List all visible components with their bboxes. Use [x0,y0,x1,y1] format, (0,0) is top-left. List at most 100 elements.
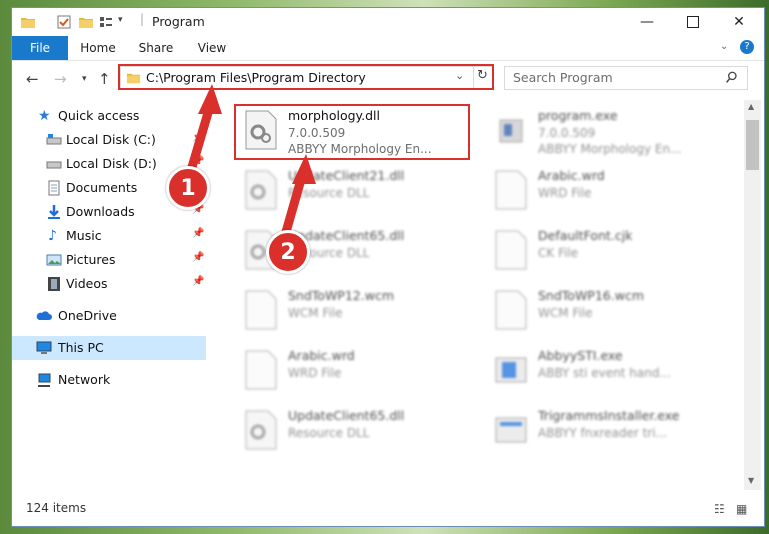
sidebar-item-music[interactable]: ♪ Music 📌 [20,224,214,248]
file-icon [495,290,527,330]
pin-icon: 📌 [192,276,205,287]
file-name: SndToWP16.wcm [538,288,644,303]
file-name: Arabic.wrd [538,168,605,183]
file-tile[interactable]: AbbyySTI.exe ABBY sti event hand... [478,344,718,400]
scroll-thumb[interactable] [746,120,759,170]
exe-file-icon [499,119,523,143]
file-tile[interactable]: UpdateClient65.dll Resource DLL [228,224,468,280]
file-tile-program-exe[interactable]: program.exe 7.0.0.509 ABBYY Morphology E… [478,104,718,160]
scroll-down-icon[interactable]: ▼ [748,476,754,485]
maximize-button[interactable] [670,8,716,36]
search-box[interactable]: Search Program [504,66,748,90]
drive-icon [46,161,62,169]
pin-icon: 📌 [192,132,205,143]
file-tile[interactable]: DefaultFont.cjk CK File [478,224,718,280]
file-version: 7.0.0.509 [538,126,596,140]
exe-file-icon [495,417,527,443]
sidebar-item-pictures[interactable]: Pictures 📌 [20,248,214,272]
pin-icon: 📌 [192,156,205,167]
search-icon [726,71,737,83]
file-tile[interactable]: Arabic.wrd WRD File [478,164,718,220]
sidebar-item-this-pc[interactable]: This PC [12,336,206,360]
sidebar-item-label: OneDrive [58,308,117,323]
file-tile[interactable]: SndToWP12.wcm WCM File [228,284,468,340]
tab-home[interactable]: Home [74,36,122,60]
maximize-icon [687,16,699,28]
sidebar-item-onedrive[interactable]: OneDrive [12,304,206,328]
pictures-icon [46,254,62,266]
folder-icon [21,18,35,28]
file-name: UpdateClient21.dll [288,168,405,183]
file-icon [245,290,277,330]
file-tile[interactable]: UpdateClient65.dll Resource DLL [228,404,468,460]
file-name: TrigrammsInstaller.exe [538,408,680,423]
tiles-view-icon[interactable]: ▦ [736,502,747,516]
sidebar-item-label: Videos [66,276,108,291]
file-name: AbbyySTI.exe [538,348,623,363]
sidebar-item-network[interactable]: Network [12,368,206,392]
sidebar-item-label: This PC [58,340,104,355]
file-name: Arabic.wrd [288,348,355,363]
new-folder-icon[interactable] [78,14,94,30]
file-tile[interactable]: SndToWP16.wcm WCM File [478,284,718,340]
close-button[interactable]: ✕ [716,8,762,36]
minimize-icon: — [640,14,654,30]
file-tile[interactable]: Arabic.wrd WRD File [228,344,468,400]
help-icon[interactable]: ? [740,40,754,54]
properties-icon[interactable] [56,14,72,30]
sidebar-item-label: Local Disk (C:) [66,132,156,147]
file-type: WRD File [538,186,592,200]
explorer-window: ▾ | Program — ✕ File Home Share View ⌄ ?… [12,8,764,526]
sidebar-item-label: Quick access [58,108,140,123]
sidebar-item-videos[interactable]: Videos 📌 [20,272,214,296]
cloud-icon [36,311,52,320]
minimize-button[interactable]: — [624,8,670,36]
tab-share[interactable]: Share [130,36,182,60]
expand-ribbon-icon[interactable]: ⌄ [720,41,728,52]
details-view-icon[interactable]: ☷ [714,502,725,516]
file-icon [495,230,527,270]
file-type: WCM File [538,306,593,320]
documents-icon [48,180,60,196]
computer-icon [36,341,52,354]
file-name: DefaultFont.cjk [538,228,633,243]
title-divider: | [140,12,145,26]
back-icon[interactable]: ← [26,70,39,88]
recent-locations-icon[interactable]: ▾ [82,74,87,84]
window-title: Program [152,14,205,29]
pin-icon: 📌 [192,252,205,263]
ribbon: File Home Share View ⌄ ? [12,36,764,61]
file-highlight [234,104,470,160]
file-icon [245,350,277,390]
sidebar-item-label: Network [58,372,111,387]
vertical-scrollbar[interactable]: ▲ ▼ [744,100,761,490]
up-icon[interactable]: ↑ [98,70,111,88]
address-row: ← → ▾ ↑ C:\Program Files\Program Directo… [12,61,764,95]
tab-file[interactable]: File [12,36,68,60]
file-type: WRD File [288,366,342,380]
file-type: CK File [538,246,579,260]
view-options-icon[interactable] [98,14,114,30]
drive-icon [46,134,62,145]
exe-file-icon [495,357,527,383]
file-type: WCM File [288,306,343,320]
status-bar: 124 items ☷ ▦ [12,496,764,526]
file-name: SndToWP12.wcm [288,288,394,303]
sidebar-item-label: Music [66,228,102,243]
file-type: ABBY sti event hand... [538,366,671,380]
title-bar: ▾ | Program — ✕ [12,8,764,36]
pin-icon: 📌 [192,228,205,239]
file-tile[interactable]: UpdateClient21.dll Resource DLL [228,164,468,220]
sidebar-item-local-disk-c[interactable]: Local Disk (C:) 📌 [20,128,214,152]
tab-view[interactable]: View [188,36,236,60]
item-count: 124 items [26,501,87,515]
customize-quick-access-icon[interactable]: ▾ [118,15,123,25]
file-icon [495,170,527,210]
search-placeholder: Search Program [513,70,613,85]
file-type: Resource DLL [288,186,370,200]
sidebar-item-quick-access[interactable]: ★ Quick access [12,104,206,128]
file-tile[interactable]: TrigrammsInstaller.exe ABBYY fnxreader t… [478,404,718,460]
dll-file-icon [245,410,277,450]
forward-icon[interactable]: → [54,70,67,88]
scroll-up-icon[interactable]: ▲ [748,102,754,111]
